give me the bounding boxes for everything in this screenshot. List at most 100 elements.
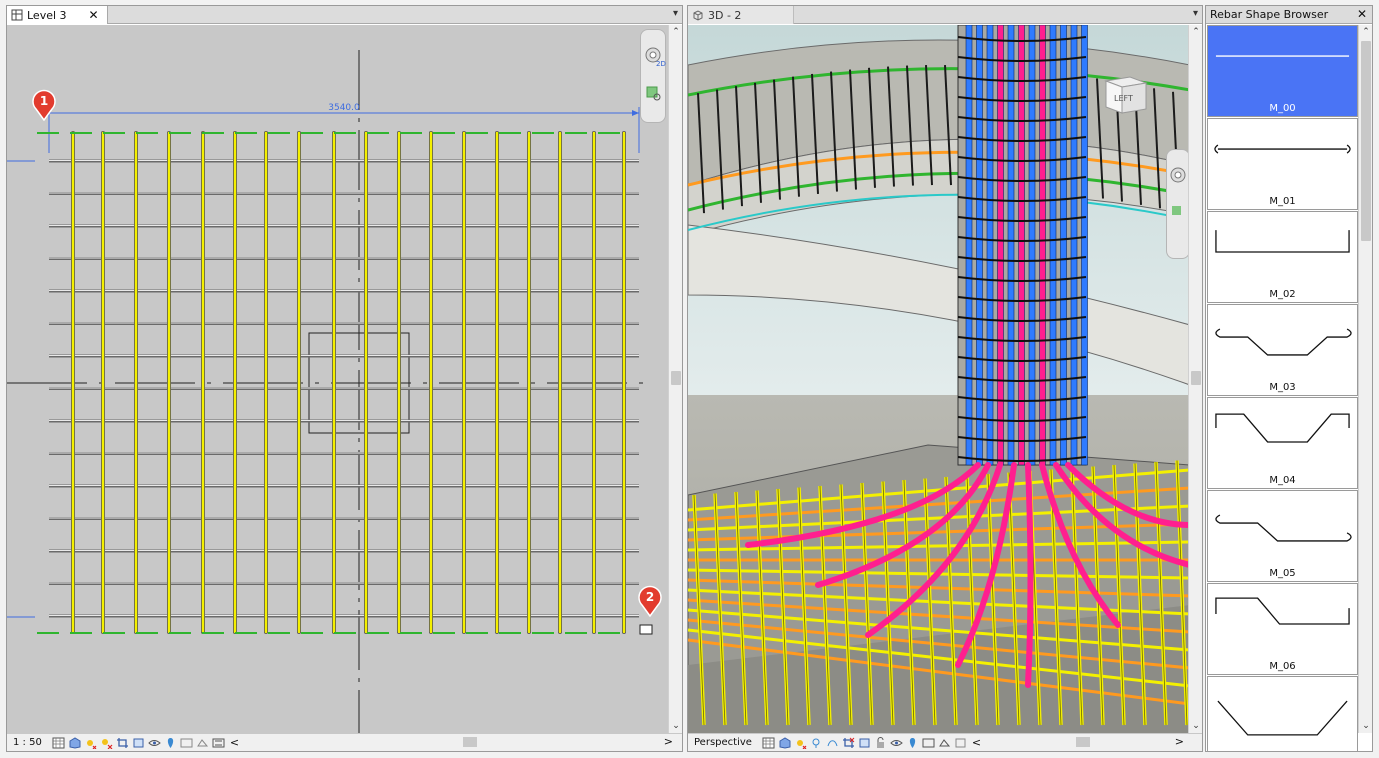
render-icon[interactable] [826,737,839,749]
rebar-shape-item[interactable]: M_01 [1207,118,1358,210]
tab-level-3[interactable]: Level 3 ✕ [7,6,108,24]
steering-wheel-icon[interactable] [1167,164,1188,188]
3d-view-icon [693,10,703,21]
scroll-thumb[interactable] [1361,41,1371,241]
close-tab-icon[interactable]: ✕ [89,8,99,22]
3d-vertical-scrollbar[interactable]: ⌃ ⌄ [1188,25,1202,733]
rebar-shape-item[interactable]: M_03 [1207,304,1358,396]
visual-style-icon[interactable] [778,736,791,749]
tab-label: 3D - 2 [708,8,742,22]
plan-view-control-bar: 1 : 50 < > [7,733,682,751]
scroll-down-icon[interactable]: ⌄ [669,719,682,733]
crop-view-icon[interactable] [842,737,855,749]
worksharing-display-icon[interactable] [196,737,209,749]
temporary-view-properties-icon[interactable] [922,737,935,749]
detail-level-icon[interactable] [52,737,65,749]
show-crop-region-icon[interactable] [858,737,871,749]
rebar-shape-label: M_05 [1269,568,1296,579]
plan-canvas[interactable]: 3540.0 2D 1 2 [7,25,668,733]
tab-dropdown-icon[interactable]: ▾ [673,8,678,19]
visual-style-icon[interactable] [68,736,81,749]
browser-title: Rebar Shape Browser [1210,8,1329,21]
rebar-shape-path [1215,328,1352,356]
rebar-shape-item[interactable]: M_04 [1207,397,1358,489]
marker-1-label: 1 [40,94,48,108]
scroll-up-icon[interactable]: ⌃ [1359,25,1372,39]
3d-model-drawing[interactable] [688,25,1188,733]
3d-view-control-bar: Perspective < > [688,733,1202,751]
scroll-thumb[interactable] [671,371,681,385]
rebar-shape-path [1214,144,1351,154]
rebar-shape-item[interactable]: M_02 [1207,211,1358,303]
crop-view-icon[interactable] [116,737,129,749]
shadows-icon[interactable] [100,737,113,749]
zoom-region-icon[interactable] [644,84,664,104]
plan-drawing[interactable]: 3540.0 [7,25,668,733]
unlocked-view-icon[interactable] [874,736,887,749]
rebar-shape-preview [1215,55,1350,57]
detail-level-icon[interactable] [762,737,775,749]
shadows-icon[interactable] [810,737,823,749]
column-rebar [1007,25,1015,466]
scroll-thumb[interactable] [1191,371,1201,385]
rebar-shape-path [1215,230,1350,253]
temporary-hide-icon[interactable] [890,737,903,749]
rebar-shape-preview [1217,700,1348,736]
rebar-shape-list: M_00 M_01 M_02 M_03 M_04 M_05 M_06 M_07 [1206,25,1358,751]
scale-label[interactable]: 1 : 50 [13,737,42,748]
browser-vertical-scrollbar[interactable]: ⌃ ⌄ [1358,25,1372,733]
tab-3d-2[interactable]: 3D - 2 [688,6,794,24]
scroll-down-icon[interactable]: ⌄ [1359,719,1372,733]
viewcube-face-label: LEFT [1114,94,1133,103]
more-controls-icon[interactable]: < [230,736,239,749]
callout-marker-2: 2 [638,585,662,617]
3d-horizontal-scrollbar[interactable]: > [1028,735,1188,749]
plan-vertical-scrollbar[interactable]: ⌃ ⌄ [668,25,682,733]
view-cube[interactable]: LEFT [1100,73,1148,115]
plan-horizontal-scrollbar[interactable]: > [277,735,677,749]
rebar-shape-preview [1215,230,1350,253]
hscroll-thumb[interactable] [1076,737,1090,747]
scroll-up-icon[interactable]: ⌃ [1189,25,1202,39]
temporary-hide-icon[interactable] [148,737,161,749]
rebar-shape-path [1215,597,1350,625]
rebar-shape-browser-panel: Rebar Shape Browser ✕ M_00 M_01 M_02 M_03 M_… [1205,5,1373,752]
rebar-shape-label: M_04 [1269,475,1296,486]
show-crop-region-icon[interactable] [132,737,145,749]
sun-path-icon[interactable] [84,737,97,749]
scroll-down-icon[interactable]: ⌄ [1189,719,1202,733]
rebar-shape-label: M_01 [1269,196,1296,207]
rebar-shape-preview [1215,328,1352,356]
rebar-shape-item[interactable]: M_05 [1207,490,1358,582]
more-controls-icon[interactable]: < [972,736,981,749]
rebar-shape-item[interactable]: M_00 [1207,25,1358,117]
rebar-shape-path [1217,700,1348,736]
reveal-hidden-icon[interactable] [164,737,177,749]
tab-dropdown-icon[interactable]: ▾ [1193,8,1198,19]
rebar-shape-label: M_00 [1269,103,1296,114]
steering-wheel-icon[interactable]: 2D [642,44,666,74]
zoom-icon[interactable] [1168,202,1188,222]
navigation-bar[interactable]: 2D [640,29,666,123]
column-rebar [1018,25,1025,466]
close-browser-icon[interactable]: ✕ [1357,7,1367,21]
rebar-shape-item[interactable]: M_07 [1207,676,1358,751]
projection-label[interactable]: Perspective [694,737,752,748]
scroll-up-icon[interactable]: ⌃ [669,25,682,39]
rebar-shape-path [1215,413,1350,443]
svg-text:2D: 2D [656,60,666,68]
3d-navigation-bar[interactable] [1166,149,1188,259]
view-control-icons: < [762,736,981,749]
3d-canvas[interactable]: LEFT [688,25,1188,733]
sun-path-icon[interactable] [794,737,807,749]
worksharing-display-icon[interactable] [938,737,951,749]
hscroll-thumb[interactable] [463,737,477,747]
rebar-shape-item[interactable]: M_06 [1207,583,1358,675]
reveal-constraints-icon[interactable] [212,737,225,749]
temporary-view-properties-icon[interactable] [180,737,193,749]
analytical-model-icon[interactable] [954,737,967,749]
reveal-hidden-icon[interactable] [906,737,919,749]
browser-title-bar: Rebar Shape Browser ✕ [1206,6,1372,24]
scroll-right-icon[interactable]: > [1175,735,1184,748]
scroll-right-icon[interactable]: > [664,735,673,748]
